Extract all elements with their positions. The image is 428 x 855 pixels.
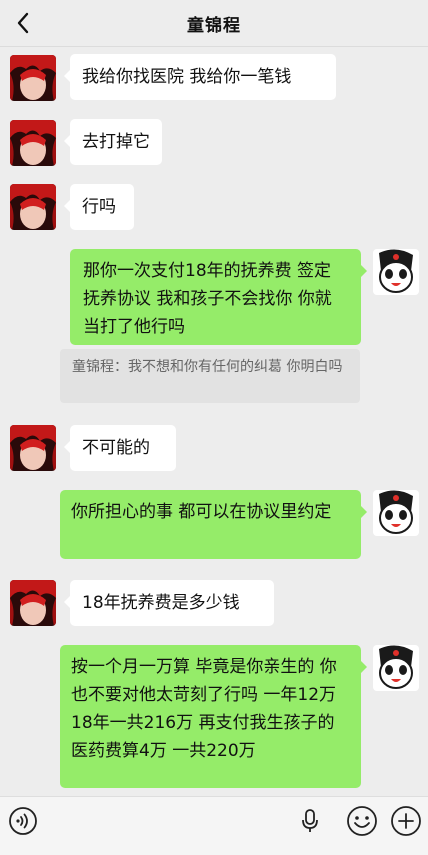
back-button[interactable] <box>10 8 36 38</box>
quoted-message[interactable]: 童锦程：我不想和你有任何的纠葛 你明白吗 <box>60 349 360 403</box>
emoji-button[interactable] <box>346 805 378 841</box>
message-bubble-outgoing[interactable]: 按一个月一万算 毕竟是你亲生的 你也不要对他太苛刻了行吗 一年12万 18年一共… <box>60 645 367 788</box>
chevron-left-icon <box>17 12 29 34</box>
message-bubble-outgoing[interactable]: 那你一次支付18年的抚养费 签定抚养协议 我和孩子不会找你 你就当打了他行吗 <box>70 249 367 345</box>
microphone-icon <box>302 809 318 832</box>
plus-icon <box>391 806 421 836</box>
voice-button[interactable] <box>8 806 38 840</box>
contact-avatar[interactable] <box>10 55 56 101</box>
contact-avatar[interactable] <box>10 184 56 230</box>
message-bubble-incoming[interactable]: 18年抚养费是多少钱 <box>64 580 274 626</box>
contact-avatar[interactable] <box>10 425 56 471</box>
emoji-icon <box>347 806 377 836</box>
user-avatar[interactable] <box>373 490 419 536</box>
message-bubble-incoming[interactable]: 不可能的 <box>64 425 176 471</box>
contact-avatar[interactable] <box>10 120 56 166</box>
header-divider <box>0 46 428 47</box>
contact-avatar[interactable] <box>10 580 56 626</box>
message-bubble-incoming[interactable]: 我给你找医院 我给你一笔钱 <box>64 54 336 100</box>
message-bubble-incoming[interactable]: 行吗 <box>64 184 134 230</box>
voice-icon <box>9 807 37 835</box>
microphone-button[interactable] <box>300 808 320 838</box>
input-bar <box>0 796 428 855</box>
message-bubble-incoming[interactable]: 去打掉它 <box>64 119 162 165</box>
chat-header: 童锦程 <box>0 0 428 46</box>
chat-title[interactable]: 童锦程 <box>187 11 241 36</box>
user-avatar[interactable] <box>373 249 419 295</box>
user-avatar[interactable] <box>373 645 419 691</box>
more-button[interactable] <box>390 805 422 841</box>
message-bubble-outgoing[interactable]: 你所担心的事 都可以在协议里约定 <box>60 490 367 559</box>
